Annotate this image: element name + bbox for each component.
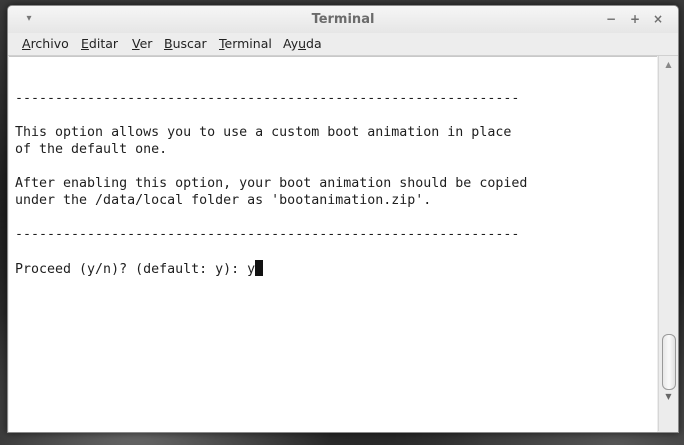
- menu-editar-mnemonic: E: [81, 36, 89, 51]
- title-bar[interactable]: ▾ Terminal − + ×: [8, 6, 678, 33]
- menu-ayuda-label: da: [306, 36, 322, 51]
- menu-buscar-mnemonic: B: [164, 36, 173, 51]
- menu-archivo[interactable]: Archivo: [22, 36, 69, 51]
- terminal-line: ----------------------------------------…: [15, 91, 520, 106]
- terminal-line: After enabling this option, your boot an…: [15, 176, 528, 191]
- close-icon[interactable]: ×: [651, 12, 665, 26]
- menu-ver-mnemonic: V: [132, 36, 140, 51]
- maximize-icon[interactable]: +: [628, 12, 642, 26]
- terminal-lines: ----------------------------------------…: [15, 73, 527, 277]
- menu-terminal-label: erminal: [224, 36, 272, 51]
- menu-buscar[interactable]: Buscar: [164, 36, 207, 51]
- terminal-window: ▾ Terminal − + × Archivo Editar Ver Busc…: [7, 5, 679, 433]
- text-cursor: [255, 260, 264, 276]
- menu-editar[interactable]: Editar: [81, 36, 118, 51]
- menu-archivo-mnemonic: A: [22, 36, 31, 51]
- menu-terminal[interactable]: Terminal: [219, 36, 272, 51]
- terminal-line: This option allows you to use a custom b…: [15, 125, 512, 140]
- menu-ayuda[interactable]: Ayuda: [283, 36, 322, 51]
- menu-archivo-label: rchivo: [30, 36, 69, 51]
- scroll-up-icon[interactable]: ▲: [663, 60, 674, 70]
- menu-buscar-label: uscar: [172, 36, 207, 51]
- vertical-scrollbar[interactable]: ▲ ▼: [658, 56, 678, 431]
- menu-ver-label: er: [139, 36, 153, 51]
- terminal-line: of the default one.: [15, 142, 168, 157]
- terminal-prompt: Proceed (y/n)? (default: y): y: [15, 262, 256, 277]
- terminal-prompt-line: Proceed (y/n)? (default: y): y: [15, 260, 527, 277]
- terminal-line: ----------------------------------------…: [15, 227, 520, 242]
- minimize-icon[interactable]: −: [604, 12, 618, 26]
- menu-editar-label: ditar: [88, 36, 119, 51]
- menu-ayuda-mnemonic: u: [298, 36, 307, 51]
- menu-ver[interactable]: Ver: [132, 36, 152, 51]
- terminal-output[interactable]: ----------------------------------------…: [9, 56, 657, 432]
- window-title: Terminal: [311, 12, 375, 27]
- menu-ayuda-prefix: Ay: [283, 36, 299, 51]
- scrollbar-thumb[interactable]: [662, 334, 676, 390]
- menu-bar: Archivo Editar Ver Buscar Terminal Ayuda: [8, 33, 678, 56]
- scroll-down-icon[interactable]: ▼: [663, 392, 674, 402]
- terminal-line: under the /data/local folder as 'bootani…: [15, 193, 432, 208]
